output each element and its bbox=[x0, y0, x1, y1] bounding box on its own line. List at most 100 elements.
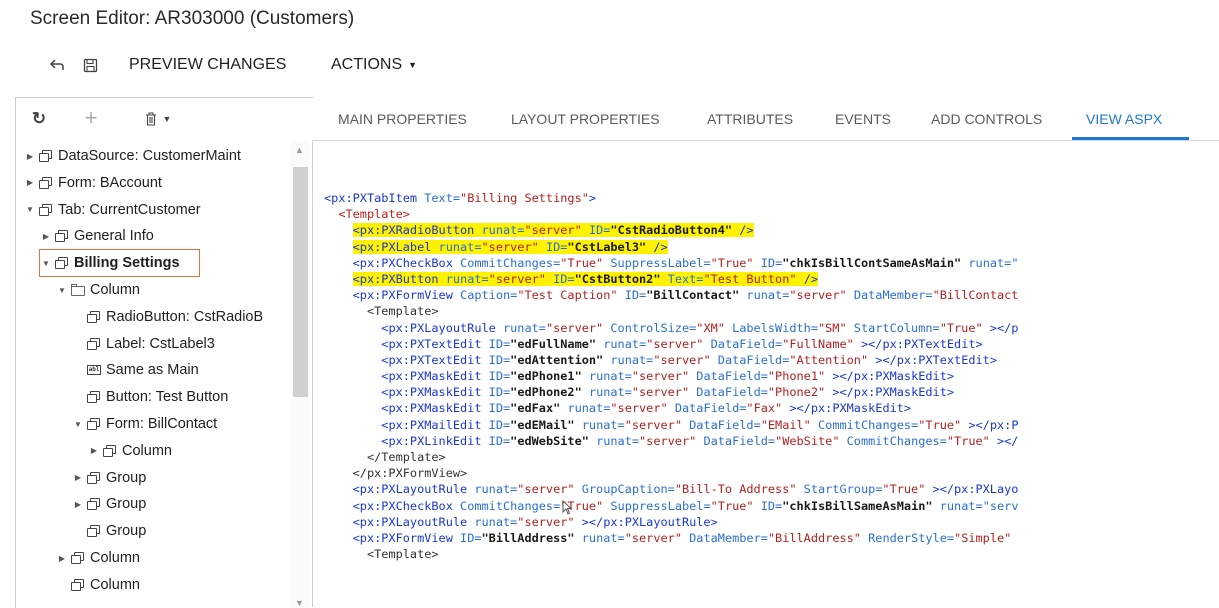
tree-node[interactable]: ▶ Column bbox=[88, 439, 172, 463]
save-icon[interactable] bbox=[79, 54, 101, 76]
tree-node[interactable]: ▶ DataSource: CustomerMaint bbox=[24, 144, 241, 168]
code-token: ></px:PXTextEdit> bbox=[868, 352, 997, 367]
selected-node-highlight bbox=[39, 249, 200, 278]
tree-node[interactable]: Button: Test Button bbox=[72, 385, 228, 409]
frame-icon bbox=[39, 203, 53, 216]
property-tabs: MAIN PROPERTIES LAYOUT PROPERTIES ATTRIBUT… bbox=[312, 97, 1219, 141]
undo-icon[interactable] bbox=[46, 54, 68, 76]
code-token: "edEMail" bbox=[510, 417, 582, 432]
expand-arrow-icon[interactable]: ▶ bbox=[72, 473, 84, 482]
tree-node[interactable]: ▶ Group bbox=[72, 466, 146, 490]
code-token: <px:PXButton bbox=[352, 271, 446, 286]
tree-node[interactable]: RadioButton: CstRadioB bbox=[72, 305, 263, 329]
preview-changes-button[interactable]: PREVIEW CHANGES bbox=[129, 56, 286, 74]
code-token: "FullName" bbox=[782, 336, 854, 351]
code-token: ></px:PXMaskEdit> bbox=[825, 385, 955, 400]
tree-node-label: Column bbox=[122, 442, 172, 459]
code-token: <px:PXFormView bbox=[352, 530, 461, 545]
code-token: <Template> bbox=[366, 304, 439, 319]
code-token: Text= bbox=[667, 271, 704, 286]
tree-node[interactable]: ▶ General Info bbox=[40, 224, 154, 248]
code-line: <px:PXLayoutRule runat="server" ></px:PX… bbox=[324, 514, 1019, 530]
main-toolbar: PREVIEW CHANGES ACTIONS ▼ bbox=[0, 48, 1219, 84]
code-token: runat= bbox=[581, 530, 625, 545]
tree-node-label: Form: BillContact bbox=[106, 416, 218, 432]
frame-icon bbox=[71, 578, 85, 591]
tree-node[interactable]: Label: CstLabel3 bbox=[72, 332, 215, 356]
tree-node-label: Button: Test Button bbox=[106, 389, 229, 406]
scroll-thumb[interactable] bbox=[293, 167, 308, 397]
code-token: DataField= bbox=[717, 352, 790, 367]
tree-node[interactable]: ▶ Column bbox=[56, 546, 140, 570]
code-token: StartGroup= bbox=[803, 482, 883, 497]
tree-node[interactable]: Column bbox=[56, 573, 140, 597]
tree-node[interactable]: ▶ Form: BAccount bbox=[24, 171, 162, 195]
aspx-code-view[interactable]: <px:PXTabItem Text="Billing Settings"> <… bbox=[312, 141, 1219, 607]
code-token: ID= bbox=[488, 336, 511, 351]
tree-node[interactable]: ▼ Form: BillContact bbox=[72, 412, 217, 436]
expand-arrow-icon[interactable]: ▶ bbox=[24, 178, 36, 187]
code-token: ControlSize= bbox=[610, 320, 697, 335]
code-token: Caption= bbox=[460, 288, 518, 303]
tree-scrollbar[interactable]: ▲ ▼ bbox=[291, 141, 309, 608]
actions-menu[interactable]: ACTIONS ▼ bbox=[331, 56, 417, 74]
add-icon[interactable]: + bbox=[80, 105, 102, 130]
code-line: <px:PXLabel runat="server" ID="CstLabel3… bbox=[324, 239, 1019, 255]
code-token: "Phone2" bbox=[767, 385, 826, 400]
code-token: "chkIsBillSameAsMain" bbox=[782, 498, 933, 513]
frame-icon bbox=[39, 150, 53, 162]
tree-node-label: Column bbox=[90, 282, 140, 298]
code-token: DataMember= bbox=[689, 530, 768, 545]
expand-arrow-icon[interactable]: ▶ bbox=[56, 554, 68, 563]
scroll-up-icon[interactable]: ▲ bbox=[295, 145, 304, 155]
code-token: "Fax" bbox=[746, 401, 783, 416]
code-token: "Test Caption" bbox=[517, 288, 625, 303]
collapse-arrow-icon[interactable]: ▼ bbox=[24, 205, 36, 214]
code-line: <px:PXRadioButton runat="server" ID="Cst… bbox=[324, 222, 1019, 238]
code-token: "True" bbox=[560, 255, 611, 270]
code-token: DataField= bbox=[689, 417, 761, 432]
tree-node[interactable]: ▼ Column bbox=[56, 278, 140, 302]
code-token: LabelsWidth= bbox=[732, 320, 818, 335]
code-token: runat= bbox=[596, 433, 640, 448]
tree-node[interactable]: ▶ Group bbox=[72, 492, 146, 516]
code-token: ></ bbox=[989, 433, 1019, 448]
expand-arrow-icon[interactable]: ▶ bbox=[88, 446, 100, 455]
expand-arrow-icon[interactable]: ▶ bbox=[24, 152, 36, 161]
collapse-arrow-icon[interactable]: ▼ bbox=[72, 420, 84, 429]
code-token: runat= bbox=[746, 288, 790, 303]
tab-main-properties[interactable]: MAIN PROPERTIES bbox=[338, 111, 467, 127]
tree-node[interactable]: Group bbox=[72, 519, 146, 543]
code-token: "edAttention" bbox=[510, 352, 611, 367]
code-token: <px:PXMaskEdit bbox=[381, 369, 489, 384]
tab-add-controls[interactable]: ADD CONTROLS bbox=[931, 111, 1042, 127]
refresh-icon[interactable]: ↻ bbox=[28, 108, 50, 130]
code-line: <px:PXTextEdit ID="edAttention" runat="s… bbox=[324, 352, 1019, 368]
code-token: "CstRadioButton4" bbox=[610, 223, 733, 238]
frame-icon bbox=[87, 525, 101, 538]
collapse-arrow-icon[interactable]: ▼ bbox=[56, 286, 68, 295]
code-line: <px:PXMaskEdit ID="edFax" runat="server"… bbox=[324, 400, 1019, 416]
tree-node[interactable]: ▼ Tab: CurrentCustomer bbox=[24, 198, 201, 222]
expand-arrow-icon[interactable]: ▶ bbox=[72, 500, 84, 509]
delete-icon[interactable]: ▼ bbox=[140, 108, 176, 130]
code-line: <px:PXMaskEdit ID="edPhone1" runat="serv… bbox=[324, 368, 1019, 384]
code-token: CommitChanges= bbox=[460, 498, 561, 513]
tab-attributes[interactable]: ATTRIBUTES bbox=[707, 111, 793, 127]
code-line: <Template> bbox=[324, 303, 1019, 319]
code-token: "Billing Settings" bbox=[460, 191, 589, 205]
code-token: StartColumn= bbox=[853, 320, 940, 335]
tab-layout-properties[interactable]: LAYOUT PROPERTIES bbox=[511, 111, 660, 127]
tree-node-label: Column bbox=[90, 550, 140, 566]
code-token: ></p bbox=[982, 320, 1019, 335]
code-token: "server" bbox=[631, 385, 697, 400]
tab-view-aspx[interactable]: VIEW ASPX bbox=[1086, 111, 1162, 127]
code-token: ID= bbox=[488, 401, 511, 416]
tree-node[interactable]: abl Same as Main bbox=[72, 358, 199, 382]
frame-icon bbox=[55, 230, 69, 243]
expand-arrow-icon[interactable]: ▶ bbox=[40, 232, 52, 241]
code-token: CommitChanges= bbox=[818, 417, 919, 432]
code-token: ID= bbox=[488, 385, 511, 400]
code-token: DataField= bbox=[696, 369, 768, 384]
tab-events[interactable]: EVENTS bbox=[835, 111, 891, 127]
